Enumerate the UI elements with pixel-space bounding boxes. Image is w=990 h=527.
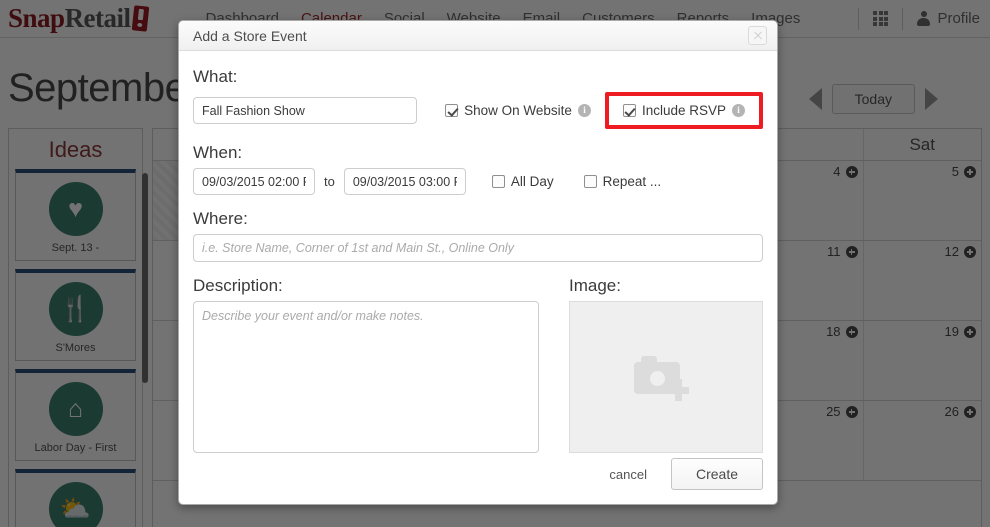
start-datetime-input[interactable]	[193, 168, 315, 195]
where-label: Where:	[193, 209, 248, 228]
repeat-checkbox[interactable]: Repeat ...	[583, 174, 662, 189]
where-input[interactable]	[193, 234, 763, 262]
when-row: to All Day Repeat ...	[193, 168, 763, 195]
modal-footer: cancel Create	[179, 458, 777, 504]
what-label: What:	[193, 67, 238, 86]
all-day-label: All Day	[510, 174, 554, 189]
description-textarea[interactable]	[193, 301, 539, 453]
checkbox-box[interactable]	[622, 104, 636, 117]
visibility-checkbox-group: Show On Website i Include RSVP i	[445, 92, 763, 129]
checkbox-box[interactable]	[583, 175, 597, 188]
include-rsvp-label: Include RSVP	[641, 103, 726, 118]
checkbox-box[interactable]	[491, 175, 505, 188]
image-column: Image:	[569, 276, 763, 458]
checkbox-box[interactable]	[445, 104, 459, 117]
modal-title: Add a Store Event	[193, 27, 307, 44]
info-icon[interactable]: i	[732, 104, 745, 117]
end-datetime-input[interactable]	[343, 168, 466, 195]
repeat-label: Repeat ...	[602, 174, 662, 189]
add-store-event-modal: Add a Store Event What: Show On Website …	[178, 20, 778, 505]
description-label: Description:	[193, 276, 283, 295]
when-label: When:	[193, 143, 243, 162]
include-rsvp-highlight-box: Include RSVP i	[604, 92, 763, 129]
description-column: Description:	[193, 276, 539, 458]
all-day-checkbox[interactable]: All Day	[491, 174, 554, 189]
modal-header: Add a Store Event	[179, 21, 777, 51]
cancel-button[interactable]: cancel	[603, 466, 653, 483]
info-icon[interactable]: i	[577, 104, 591, 117]
modal-body: What: Show On Website i Include RSVP i	[179, 51, 777, 458]
when-options-group: All Day Repeat ...	[491, 174, 662, 189]
what-row: Show On Website i Include RSVP i	[193, 92, 763, 129]
include-rsvp-checkbox[interactable]: Include RSVP i	[622, 103, 745, 118]
close-icon[interactable]	[748, 26, 767, 45]
show-on-website-checkbox[interactable]: Show On Website i	[445, 103, 591, 118]
image-label: Image:	[569, 276, 621, 295]
event-name-input[interactable]	[193, 97, 418, 124]
show-on-website-label: Show On Website	[464, 103, 572, 118]
create-button[interactable]: Create	[670, 458, 763, 490]
image-upload-dropzone[interactable]	[569, 301, 763, 453]
to-separator-label: to	[324, 174, 335, 189]
app-root: SnapRetail Dashboard Calendar Social Web…	[0, 0, 990, 527]
camera-add-icon	[634, 352, 698, 402]
description-image-row: Description: Image:	[193, 276, 763, 458]
